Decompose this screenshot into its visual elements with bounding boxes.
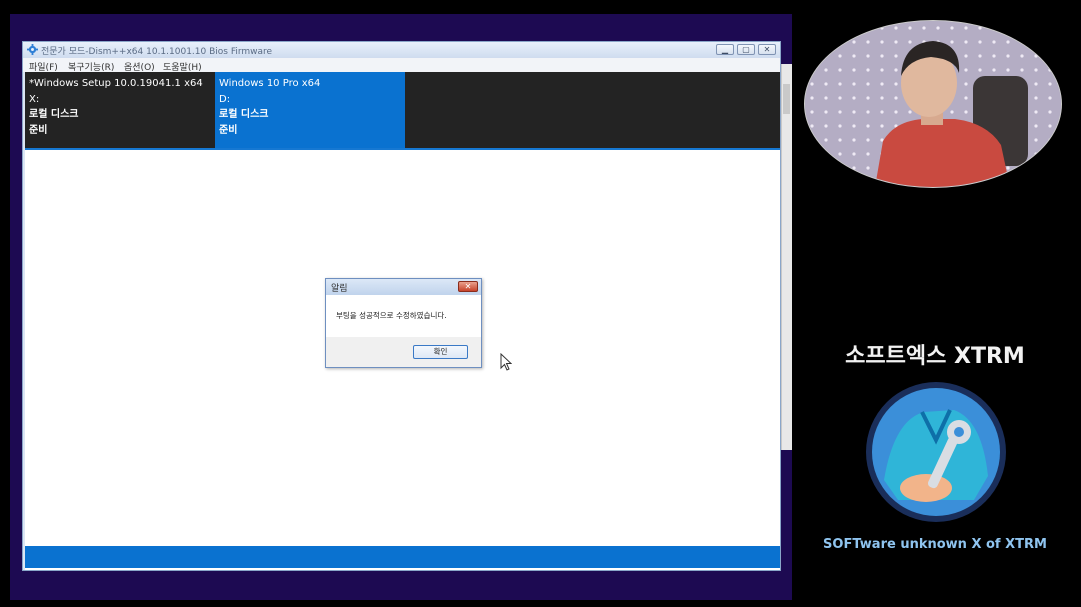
session-name: Windows 10 Pro x64 [219, 78, 321, 89]
channel-logo [866, 382, 1006, 522]
maximize-icon: ▢ [742, 45, 750, 54]
session-drive: D: [219, 93, 231, 105]
status-bar [25, 546, 780, 568]
gear-icon [27, 44, 38, 55]
maximize-button[interactable]: ▢ [737, 44, 755, 55]
session-card-setup[interactable]: *Windows Setup 10.0.19041.1 x64 X: 로컬 디스… [25, 72, 215, 148]
channel-tagline: SOFTware unknown X of XTRM [823, 537, 1047, 552]
session-card-win10[interactable]: Windows 10 Pro x64 D: 로컬 디스크 준비 [215, 72, 405, 148]
close-icon: ✕ [464, 282, 472, 291]
dialog-title: 알림 [331, 284, 348, 294]
close-icon: ✕ [763, 45, 771, 54]
minimize-icon: ▁ [721, 45, 729, 54]
mouse-pointer-icon [500, 353, 512, 371]
window-title: 전문가 모드-Dism++x64 10.1.1001.10 Bios Firmw… [41, 47, 273, 57]
webcam-video [804, 20, 1062, 188]
session-type: 로컬 디스크 [219, 109, 269, 120]
dialog-titlebar[interactable]: 알림 ✕ [326, 279, 481, 295]
dialog-message: 부팅을 성공적으로 수정하였습니다. [336, 311, 447, 320]
menu-bar: 파일(F) 복구기능(R) 옵션(O) 도움말(H) [23, 58, 780, 73]
session-bar: *Windows Setup 10.0.19041.1 x64 X: 로컬 디스… [25, 72, 780, 150]
window-titlebar[interactable]: 전문가 모드-Dism++x64 10.1.1001.10 Bios Firmw… [23, 42, 780, 58]
dialog-close-button[interactable]: ✕ [458, 281, 478, 292]
session-type: 로컬 디스크 [29, 109, 79, 120]
session-status: 준비 [29, 124, 48, 136]
dialog-body: 부팅을 성공적으로 수정하였습니다. [326, 295, 481, 337]
session-name: *Windows Setup 10.0.19041.1 x64 [29, 78, 203, 89]
ok-button[interactable]: 확인 [413, 345, 468, 359]
scrollbar-thumb[interactable] [783, 84, 790, 114]
minimize-button[interactable]: ▁ [716, 44, 734, 55]
alert-dialog: 알림 ✕ 부팅을 성공적으로 수정하였습니다. 확인 [325, 278, 482, 368]
channel-brand-title: 소프트엑스 XTRM [845, 344, 1025, 369]
webcam-person-image [805, 21, 1061, 187]
close-button[interactable]: ✕ [758, 44, 776, 55]
session-drive: X: [29, 93, 40, 105]
session-status: 준비 [219, 124, 238, 136]
background-window-scrollbar[interactable] [781, 64, 792, 450]
